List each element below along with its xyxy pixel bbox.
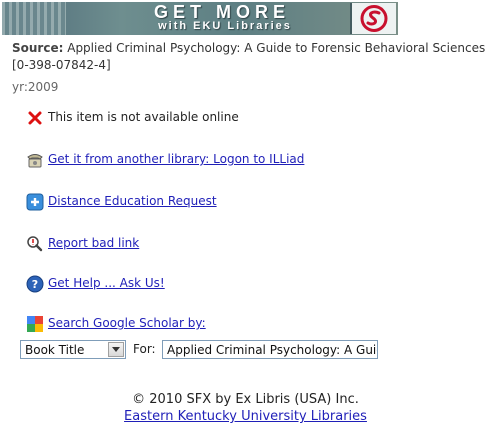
magnifier-icon — [26, 235, 44, 253]
library-home-link[interactable]: Eastern Kentucky University Libraries — [124, 409, 367, 424]
search-field-select-value: Book Title — [25, 343, 85, 357]
help-question-icon: ? — [26, 275, 44, 293]
for-label: For: — [133, 342, 156, 356]
illiad-link[interactable]: Get it from another library: Logon to IL… — [48, 152, 304, 166]
search-field-select[interactable]: Book Title — [20, 340, 126, 359]
google-scholar-link[interactable]: Search Google Scholar by: — [48, 316, 206, 330]
not-available-text: This item is not available online — [48, 110, 239, 124]
copyright-text: © 2010 SFX by Ex Libris (USA) Inc. — [132, 392, 359, 407]
distance-education-link[interactable]: Distance Education Request — [48, 194, 217, 208]
sfx-logo-icon — [350, 3, 396, 34]
telephone-icon — [26, 151, 44, 169]
svg-text:?: ? — [32, 278, 38, 291]
library-building-image — [2, 2, 66, 35]
search-term-input[interactable]: Applied Criminal Psychology: A Guide to … — [162, 340, 378, 359]
source-value: Applied Criminal Psychology: A Guide to … — [12, 41, 486, 72]
get-help-link[interactable]: Get Help ... Ask Us! — [48, 276, 165, 290]
publication-year: yr:2009 — [12, 80, 59, 94]
plus-icon — [26, 193, 44, 211]
red-x-icon — [26, 109, 44, 127]
report-bad-link[interactable]: Report bad link — [48, 236, 139, 250]
source-label: Source: — [12, 41, 64, 55]
footer-library-link-container: Eastern Kentucky University Libraries — [0, 409, 491, 424]
search-term-value: Applied Criminal Psychology: A Guide to … — [167, 343, 377, 357]
google-icon — [26, 315, 44, 333]
chevron-down-icon[interactable] — [108, 342, 124, 357]
banner-subtitle: with EKU Libraries — [158, 20, 292, 32]
source-citation: Source: Applied Criminal Psychology: A G… — [12, 40, 488, 74]
sfx-banner: GET MORE with EKU Libraries — [2, 2, 398, 35]
